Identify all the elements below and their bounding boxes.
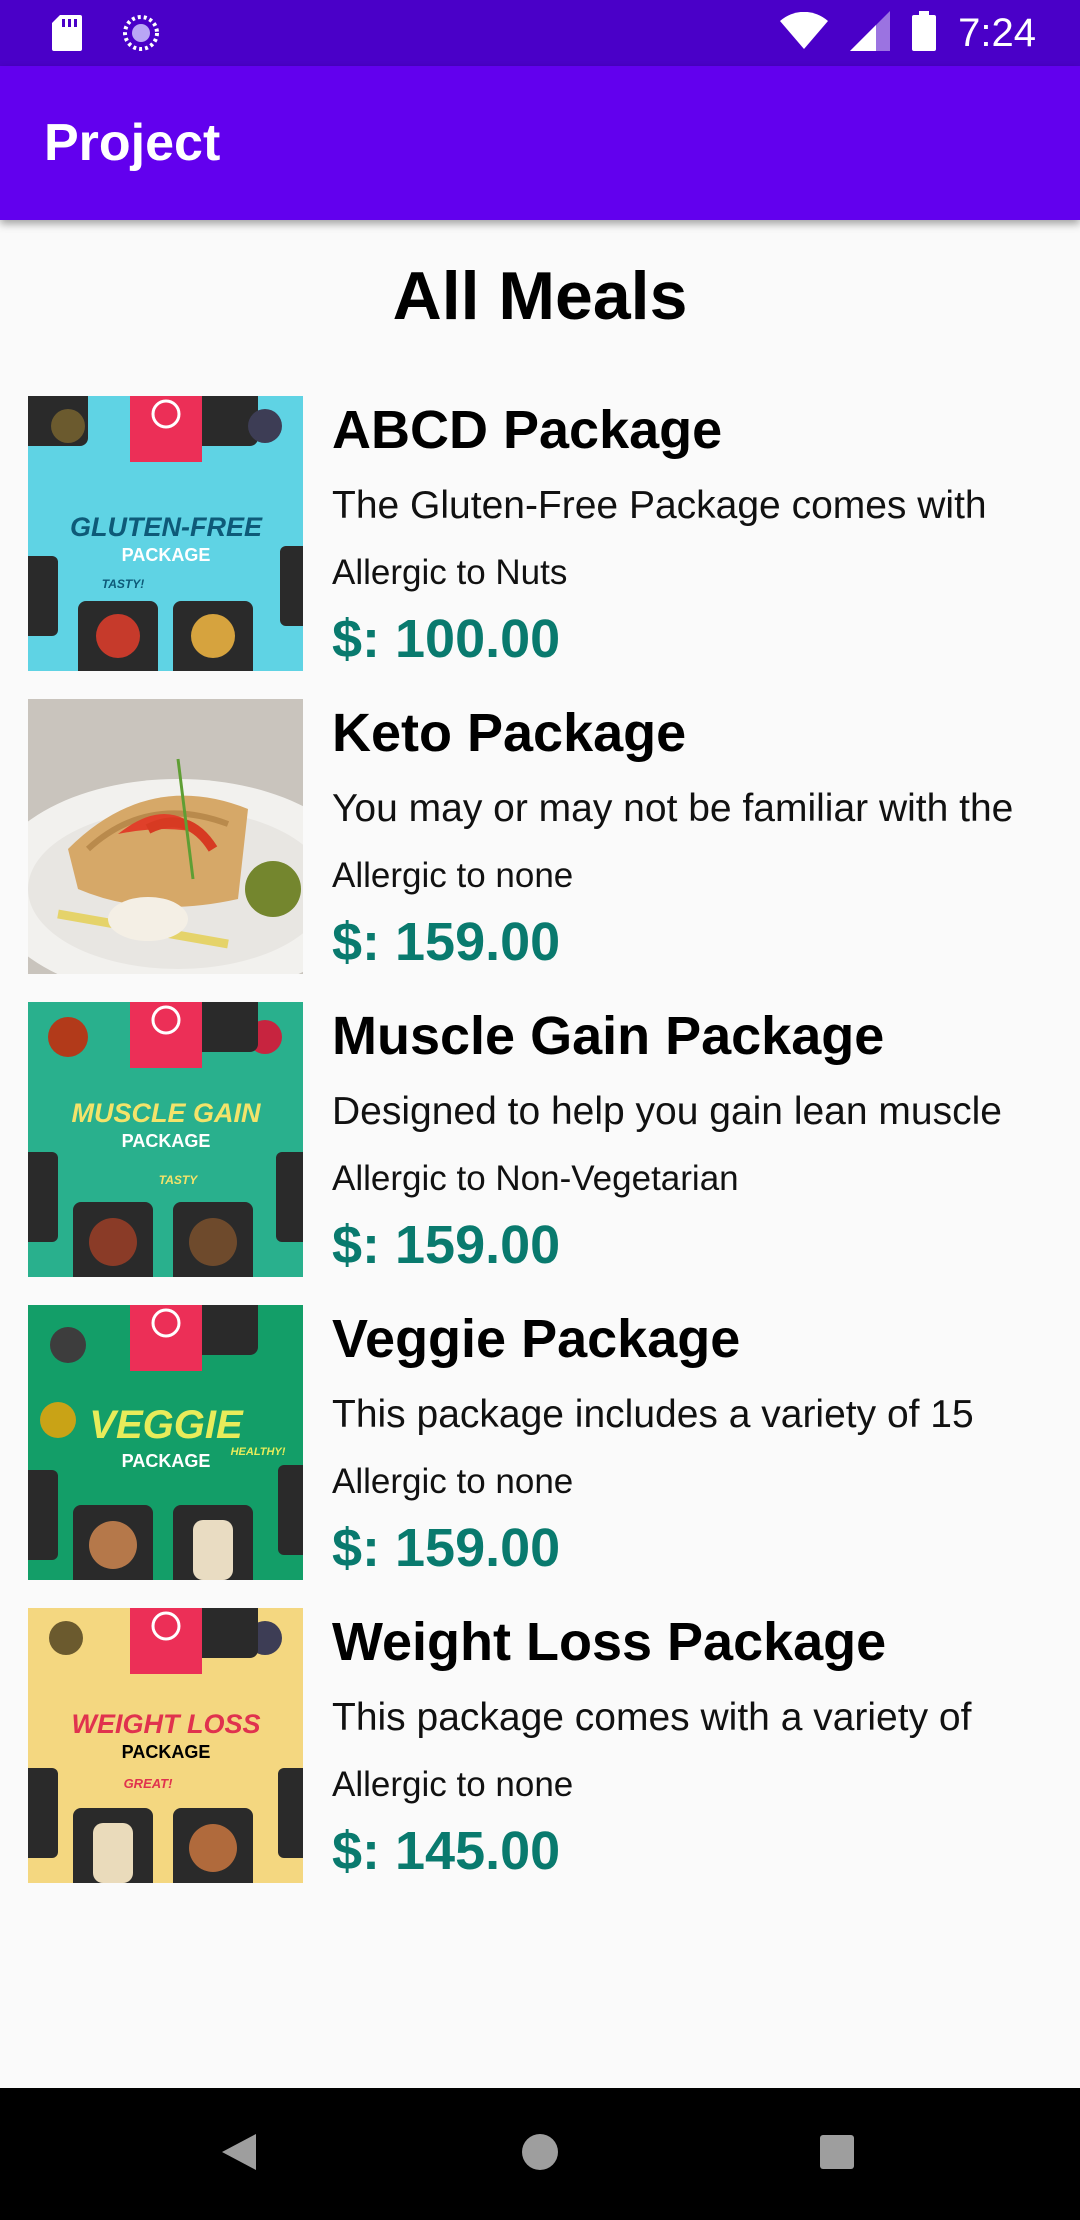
meal-price: $: 145.00	[332, 1821, 561, 1881]
sync-icon	[122, 14, 160, 57]
svg-text:HEALTHY!: HEALTHY!	[231, 1446, 286, 1458]
status-bar: 7:24	[0, 0, 1080, 66]
svg-text:PACKAGE: PACKAGE	[122, 545, 211, 565]
signal-icon	[850, 10, 891, 56]
meal-image	[28, 699, 303, 974]
svg-text:PACKAGE: PACKAGE	[122, 1451, 211, 1471]
meal-name: Veggie Package	[332, 1309, 741, 1369]
meal-price: $: 159.00	[332, 1518, 561, 1578]
wifi-icon	[780, 11, 829, 55]
meal-allergy: Allergic to none	[332, 1462, 574, 1501]
meal-name: Weight Loss Package	[332, 1612, 887, 1672]
home-button[interactable]	[520, 2132, 560, 2177]
meal-description: This package comes with a variety of	[332, 1696, 972, 1739]
meal-image: MUSCLE GAIN PACKAGE TASTY	[28, 1002, 303, 1277]
meal-allergy: Allergic to none	[332, 1765, 574, 1804]
meal-image: GLUTEN-FREE PACKAGE TASTY!	[28, 396, 303, 671]
app-title: Project	[44, 114, 221, 172]
navigation-bar	[0, 2088, 1080, 2220]
meal-image: WEIGHT LOSS PACKAGE GREAT!	[28, 1608, 303, 1883]
meal-description: The Gluten-Free Package comes with	[332, 484, 987, 527]
svg-text:PACKAGE: PACKAGE	[122, 1131, 211, 1151]
meal-price: $: 159.00	[332, 1215, 561, 1275]
svg-text:VEGGIE: VEGGIE	[89, 1403, 244, 1447]
meal-item-abcd[interactable]: GLUTEN-FREE PACKAGE TASTY! ABCD Package …	[0, 396, 1080, 699]
meal-description: This package includes a variety of 15	[332, 1393, 974, 1436]
meal-price: $: 100.00	[332, 609, 561, 669]
meal-allergy: Allergic to Non-Vegetarian	[332, 1159, 739, 1198]
svg-text:TASTY: TASTY	[159, 1173, 198, 1187]
battery-icon	[912, 10, 937, 56]
meal-item-veggie[interactable]: VEGGIE PACKAGE HEALTHY! Veggie Package T…	[0, 1305, 1080, 1608]
svg-text:TASTY!: TASTY!	[102, 577, 144, 591]
meal-image: VEGGIE PACKAGE HEALTHY!	[28, 1305, 303, 1580]
meal-item-keto[interactable]: Keto Package You may or may not be famil…	[0, 699, 1080, 1002]
sd-card-icon	[52, 15, 82, 56]
app-bar: Project	[0, 66, 1080, 220]
svg-text:GLUTEN-FREE: GLUTEN-FREE	[70, 512, 263, 542]
meal-price: $: 159.00	[332, 912, 561, 972]
svg-text:WEIGHT LOSS: WEIGHT LOSS	[72, 1709, 261, 1739]
svg-text:GREAT!: GREAT!	[124, 1776, 174, 1791]
svg-text:PACKAGE: PACKAGE	[122, 1742, 211, 1762]
back-button[interactable]	[220, 2132, 258, 2177]
svg-text:MUSCLE GAIN: MUSCLE GAIN	[72, 1098, 262, 1128]
meal-description: You may or may not be familiar with the	[332, 787, 1014, 830]
meal-list: GLUTEN-FREE PACKAGE TASTY! ABCD Package …	[0, 396, 1080, 1911]
meal-name: Muscle Gain Package	[332, 1006, 885, 1066]
meal-allergy: Allergic to none	[332, 856, 574, 895]
meal-name: ABCD Package	[332, 400, 723, 460]
meal-name: Keto Package	[332, 703, 687, 763]
page-title: All Meals	[392, 258, 688, 334]
meal-description: Designed to help you gain lean muscle	[332, 1090, 1002, 1133]
clock: 7:24	[958, 11, 1036, 55]
meal-item-weight-loss[interactable]: WEIGHT LOSS PACKAGE GREAT! Weight Loss P…	[0, 1608, 1080, 1911]
meal-allergy: Allergic to Nuts	[332, 553, 568, 592]
meal-item-muscle-gain[interactable]: MUSCLE GAIN PACKAGE TASTY Muscle Gain Pa…	[0, 1002, 1080, 1305]
recents-button[interactable]	[819, 2134, 855, 2175]
